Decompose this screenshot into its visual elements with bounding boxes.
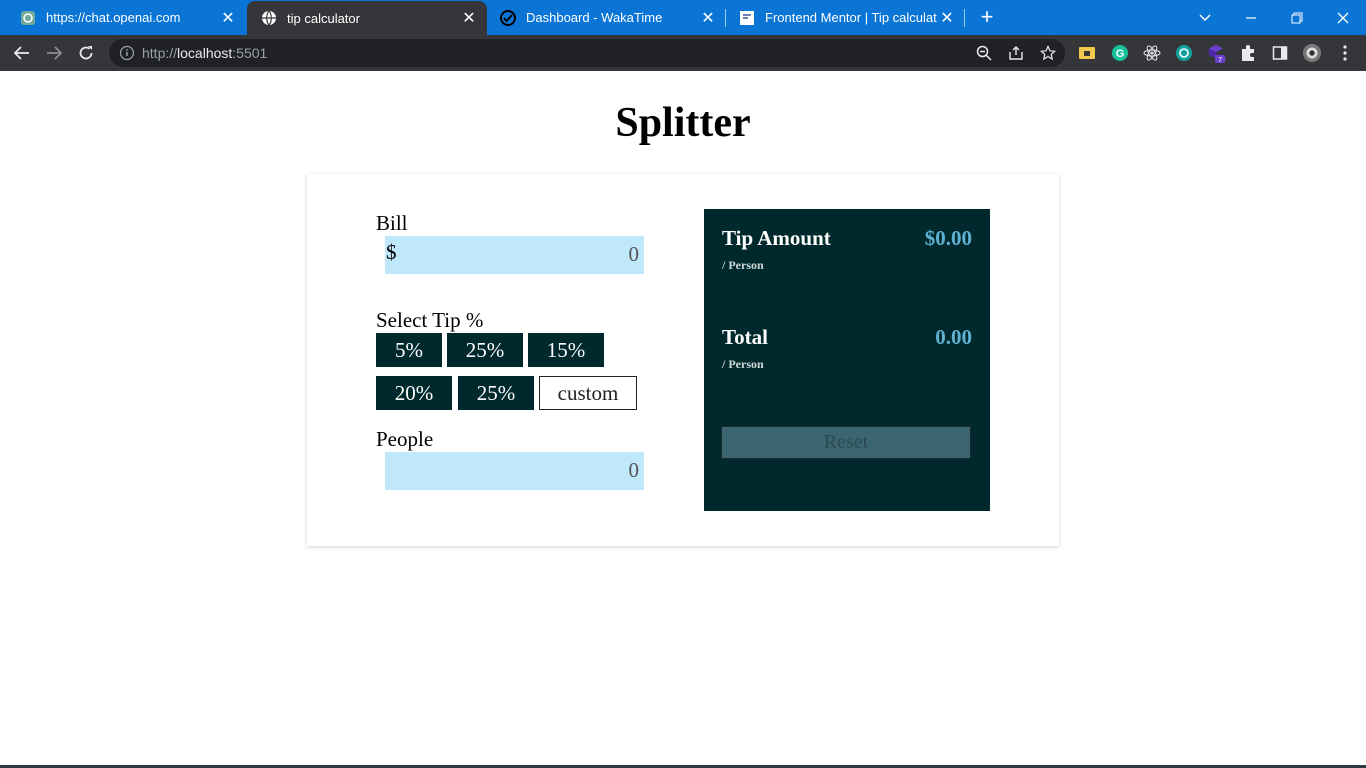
restore-icon[interactable] [1274,0,1320,35]
browser-menu-icon[interactable] [1335,43,1355,63]
tab-search-icon[interactable] [1182,0,1228,35]
zoom-icon[interactable] [975,44,993,62]
react-devtools-icon[interactable] [1142,43,1162,63]
side-panel-icon[interactable] [1270,43,1290,63]
total-label: Total [722,325,768,349]
tip-20-button[interactable]: 20% [376,376,452,410]
tip-5-button[interactable]: 5% [376,333,442,367]
new-tab-button[interactable]: + [976,6,998,28]
app-title: Splitter [615,100,751,146]
reset-button[interactable]: Reset [721,426,971,459]
tip-25-button-2[interactable]: 25% [458,376,534,410]
globe-icon [261,10,277,26]
reload-icon[interactable] [73,40,99,66]
close-tab-icon[interactable]: ✕ [459,8,479,28]
site-info-icon[interactable] [119,45,135,61]
close-window-icon[interactable] [1320,0,1366,35]
minimize-icon[interactable] [1228,0,1274,35]
people-value: 0 [628,458,640,482]
close-tab-icon[interactable]: ✕ [937,8,957,28]
extension-badge-icon[interactable]: 7 [1206,43,1226,64]
browser-toolbar: http://localhost:5501 G 7 [0,35,1366,71]
wakatime-icon [500,9,516,26]
people-label: People [376,427,434,451]
bill-value: 0 [628,242,640,266]
people-input[interactable]: 0 [385,452,644,490]
url-text: http://localhost:5501 [142,45,268,61]
tab-chat-openai[interactable]: https://chat.openai.com ✕ [6,0,246,35]
forward-icon[interactable] [41,40,67,66]
extension-folder-icon[interactable] [1077,43,1097,63]
bookmark-star-icon[interactable] [1039,44,1057,62]
bill-label: Bill [376,211,408,235]
dollar-sign: $ [386,240,397,264]
browser-tab-strip: https://chat.openai.com ✕ tip calculator… [0,0,1366,35]
tab-wakatime[interactable]: Dashboard - WakaTime ✕ [486,0,726,35]
svg-text:7: 7 [1218,55,1222,64]
calculator-card: Bill $ 0 Select Tip % 5% 25% 15% 20% 25%… [307,174,1059,546]
tip-per-person-label: / Person [722,258,764,272]
close-tab-icon[interactable]: ✕ [698,8,718,28]
tab-tip-calculator[interactable]: tip calculator ✕ [247,1,487,35]
refresh-extension-icon[interactable] [1174,43,1194,63]
share-icon[interactable] [1007,44,1025,62]
tab-frontend-mentor[interactable]: Frontend Mentor | Tip calculator ✕ [725,0,965,35]
close-tab-icon[interactable]: ✕ [218,8,238,28]
back-icon[interactable] [9,40,35,66]
select-tip-label: Select Tip % [376,308,484,332]
total-per-person-label: / Person [722,357,764,371]
tab-title: Dashboard - WakaTime [526,10,663,25]
results-panel: Tip Amount / Person $0.00 Total / Person… [704,209,990,511]
grammarly-icon[interactable]: G [1110,43,1130,63]
extensions-puzzle-icon[interactable] [1238,43,1258,63]
tip-amount-label: Tip Amount [722,226,831,250]
tab-title: tip calculator [287,10,360,26]
custom-tip-input[interactable]: custom [539,376,637,410]
openai-icon [20,10,36,26]
tip-25-button[interactable]: 25% [447,333,523,367]
frontend-mentor-icon [739,10,755,26]
total-value: 0.00 [935,325,972,349]
profile-avatar-icon[interactable] [1302,43,1322,63]
page-viewport: Splitter Bill $ 0 Select Tip % 5% 25% 15… [0,71,1366,768]
tab-title: Frontend Mentor | Tip calculator [765,10,937,25]
address-bar[interactable]: http://localhost:5501 [109,39,1065,67]
svg-text:G: G [1116,48,1125,60]
tip-amount-value: $0.00 [924,226,972,250]
bill-input[interactable]: $ 0 [385,236,644,274]
tab-separator [964,9,965,27]
tab-title: https://chat.openai.com [46,10,181,25]
tip-15-button[interactable]: 15% [528,333,604,367]
